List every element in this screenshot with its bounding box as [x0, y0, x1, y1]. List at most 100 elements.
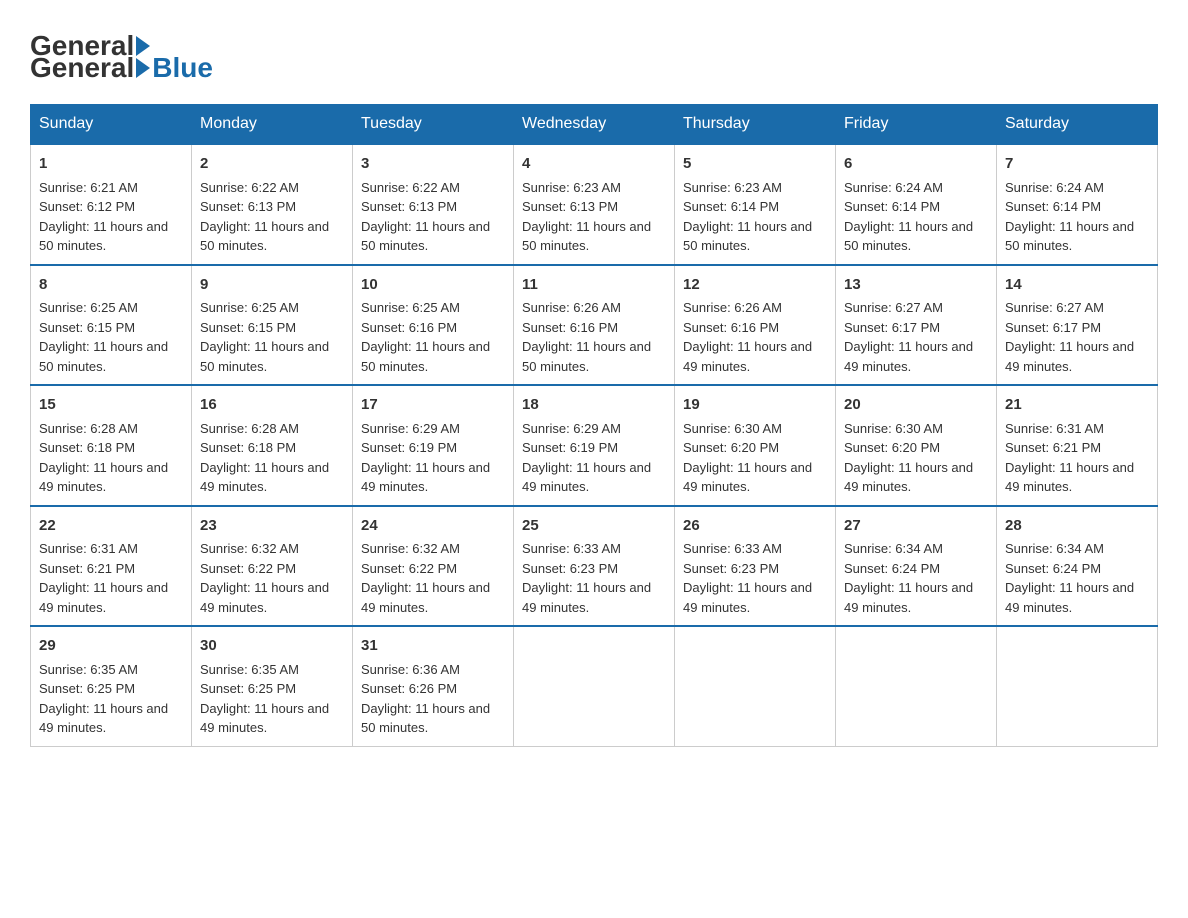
day-sunrise: Sunrise: 6:29 AM [361, 421, 460, 436]
day-number: 2 [200, 153, 344, 176]
day-sunset: Sunset: 6:14 PM [844, 199, 940, 214]
day-daylight: Daylight: 11 hours and 50 minutes. [844, 219, 973, 254]
calendar-cell: 9 Sunrise: 6:25 AM Sunset: 6:15 PM Dayli… [192, 265, 353, 386]
day-sunset: Sunset: 6:16 PM [361, 320, 457, 335]
day-daylight: Daylight: 11 hours and 50 minutes. [361, 701, 490, 736]
day-daylight: Daylight: 11 hours and 49 minutes. [39, 701, 168, 736]
weekday-header-saturday: Saturday [997, 105, 1158, 145]
day-daylight: Daylight: 11 hours and 50 minutes. [39, 339, 168, 374]
day-number: 26 [683, 515, 827, 538]
day-daylight: Daylight: 11 hours and 50 minutes. [200, 219, 329, 254]
calendar-cell [675, 626, 836, 746]
day-sunrise: Sunrise: 6:28 AM [39, 421, 138, 436]
day-daylight: Daylight: 11 hours and 49 minutes. [361, 460, 490, 495]
day-sunset: Sunset: 6:21 PM [39, 561, 135, 576]
calendar-cell: 15 Sunrise: 6:28 AM Sunset: 6:18 PM Dayl… [31, 385, 192, 506]
day-sunset: Sunset: 6:13 PM [200, 199, 296, 214]
day-number: 4 [522, 153, 666, 176]
day-sunset: Sunset: 6:20 PM [683, 440, 779, 455]
day-sunrise: Sunrise: 6:34 AM [1005, 541, 1104, 556]
week-row-4: 22 Sunrise: 6:31 AM Sunset: 6:21 PM Dayl… [31, 506, 1158, 627]
day-sunset: Sunset: 6:23 PM [522, 561, 618, 576]
day-sunset: Sunset: 6:19 PM [522, 440, 618, 455]
day-sunrise: Sunrise: 6:33 AM [683, 541, 782, 556]
week-row-5: 29 Sunrise: 6:35 AM Sunset: 6:25 PM Dayl… [31, 626, 1158, 746]
day-daylight: Daylight: 11 hours and 50 minutes. [522, 219, 651, 254]
calendar-cell: 5 Sunrise: 6:23 AM Sunset: 6:14 PM Dayli… [675, 144, 836, 265]
calendar-cell: 29 Sunrise: 6:35 AM Sunset: 6:25 PM Dayl… [31, 626, 192, 746]
day-daylight: Daylight: 11 hours and 49 minutes. [844, 580, 973, 615]
day-sunset: Sunset: 6:14 PM [1005, 199, 1101, 214]
day-sunset: Sunset: 6:19 PM [361, 440, 457, 455]
week-row-3: 15 Sunrise: 6:28 AM Sunset: 6:18 PM Dayl… [31, 385, 1158, 506]
day-sunrise: Sunrise: 6:32 AM [200, 541, 299, 556]
day-sunrise: Sunrise: 6:27 AM [844, 300, 943, 315]
calendar-cell: 21 Sunrise: 6:31 AM Sunset: 6:21 PM Dayl… [997, 385, 1158, 506]
day-number: 22 [39, 515, 183, 538]
calendar-cell: 6 Sunrise: 6:24 AM Sunset: 6:14 PM Dayli… [836, 144, 997, 265]
day-sunset: Sunset: 6:15 PM [200, 320, 296, 335]
day-daylight: Daylight: 11 hours and 49 minutes. [200, 580, 329, 615]
day-sunrise: Sunrise: 6:33 AM [522, 541, 621, 556]
week-row-2: 8 Sunrise: 6:25 AM Sunset: 6:15 PM Dayli… [31, 265, 1158, 386]
day-sunrise: Sunrise: 6:25 AM [200, 300, 299, 315]
day-sunset: Sunset: 6:22 PM [200, 561, 296, 576]
day-number: 13 [844, 274, 988, 297]
day-sunrise: Sunrise: 6:23 AM [683, 180, 782, 195]
day-number: 19 [683, 394, 827, 417]
day-number: 31 [361, 635, 505, 658]
weekday-header-monday: Monday [192, 105, 353, 145]
day-daylight: Daylight: 11 hours and 50 minutes. [522, 339, 651, 374]
day-sunrise: Sunrise: 6:30 AM [844, 421, 943, 436]
day-sunset: Sunset: 6:24 PM [1005, 561, 1101, 576]
day-number: 17 [361, 394, 505, 417]
weekday-header-friday: Friday [836, 105, 997, 145]
day-daylight: Daylight: 11 hours and 49 minutes. [1005, 339, 1134, 374]
day-sunset: Sunset: 6:13 PM [522, 199, 618, 214]
day-number: 27 [844, 515, 988, 538]
day-sunrise: Sunrise: 6:35 AM [200, 662, 299, 677]
calendar-cell: 16 Sunrise: 6:28 AM Sunset: 6:18 PM Dayl… [192, 385, 353, 506]
day-sunrise: Sunrise: 6:32 AM [361, 541, 460, 556]
day-number: 23 [200, 515, 344, 538]
calendar-cell: 20 Sunrise: 6:30 AM Sunset: 6:20 PM Dayl… [836, 385, 997, 506]
day-number: 5 [683, 153, 827, 176]
day-number: 6 [844, 153, 988, 176]
day-sunrise: Sunrise: 6:34 AM [844, 541, 943, 556]
logo-blue-text: Blue [152, 52, 213, 84]
day-daylight: Daylight: 11 hours and 49 minutes. [683, 460, 812, 495]
day-sunset: Sunset: 6:23 PM [683, 561, 779, 576]
day-sunrise: Sunrise: 6:31 AM [39, 541, 138, 556]
day-number: 18 [522, 394, 666, 417]
calendar-cell [836, 626, 997, 746]
day-daylight: Daylight: 11 hours and 50 minutes. [361, 219, 490, 254]
day-sunrise: Sunrise: 6:27 AM [1005, 300, 1104, 315]
day-sunset: Sunset: 6:12 PM [39, 199, 135, 214]
calendar-cell: 30 Sunrise: 6:35 AM Sunset: 6:25 PM Dayl… [192, 626, 353, 746]
day-daylight: Daylight: 11 hours and 49 minutes. [844, 460, 973, 495]
day-number: 12 [683, 274, 827, 297]
day-sunset: Sunset: 6:15 PM [39, 320, 135, 335]
weekday-header-tuesday: Tuesday [353, 105, 514, 145]
calendar-cell: 25 Sunrise: 6:33 AM Sunset: 6:23 PM Dayl… [514, 506, 675, 627]
logo-arrow-icon2 [136, 58, 150, 78]
day-sunset: Sunset: 6:20 PM [844, 440, 940, 455]
day-sunset: Sunset: 6:17 PM [1005, 320, 1101, 335]
weekday-header-wednesday: Wednesday [514, 105, 675, 145]
calendar-cell: 28 Sunrise: 6:34 AM Sunset: 6:24 PM Dayl… [997, 506, 1158, 627]
day-daylight: Daylight: 11 hours and 49 minutes. [522, 580, 651, 615]
day-number: 21 [1005, 394, 1149, 417]
day-daylight: Daylight: 11 hours and 50 minutes. [200, 339, 329, 374]
calendar-cell: 14 Sunrise: 6:27 AM Sunset: 6:17 PM Dayl… [997, 265, 1158, 386]
day-daylight: Daylight: 11 hours and 49 minutes. [683, 339, 812, 374]
weekday-header-sunday: Sunday [31, 105, 192, 145]
day-number: 10 [361, 274, 505, 297]
calendar-cell: 7 Sunrise: 6:24 AM Sunset: 6:14 PM Dayli… [997, 144, 1158, 265]
day-sunrise: Sunrise: 6:22 AM [361, 180, 460, 195]
calendar-cell: 24 Sunrise: 6:32 AM Sunset: 6:22 PM Dayl… [353, 506, 514, 627]
week-row-1: 1 Sunrise: 6:21 AM Sunset: 6:12 PM Dayli… [31, 144, 1158, 265]
day-sunset: Sunset: 6:26 PM [361, 681, 457, 696]
page-header: General General Blue [30, 30, 1158, 84]
calendar-cell [997, 626, 1158, 746]
calendar-cell [514, 626, 675, 746]
